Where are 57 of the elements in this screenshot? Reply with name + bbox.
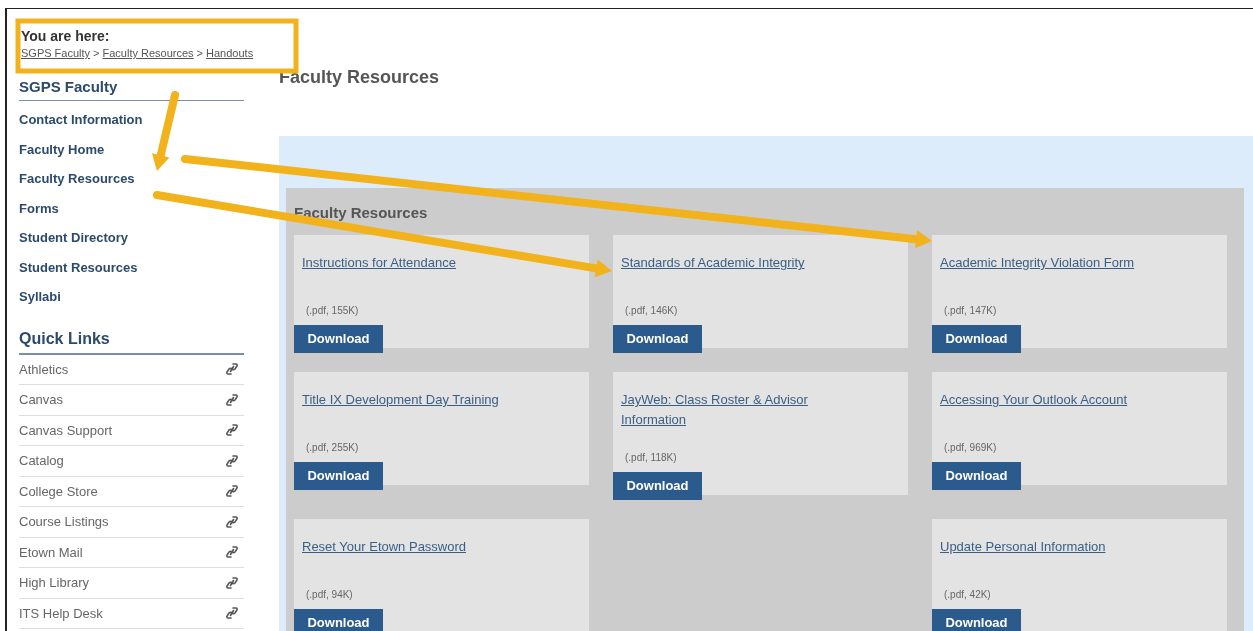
document-link[interactable]: Update Personal Information	[940, 537, 1160, 557]
file-info: (.pdf, 969K)	[943, 441, 998, 455]
document-link[interactable]: Reset Your Etown Password	[302, 537, 522, 557]
quick-link[interactable]: Etown Mail	[19, 542, 83, 562]
sidebar-link[interactable]: Forms	[19, 197, 244, 227]
quick-link[interactable]: High Library	[19, 573, 90, 593]
link-icon	[226, 514, 238, 529]
download-button[interactable]: Download	[613, 472, 702, 500]
breadcrumb-label: You are here:	[21, 27, 111, 45]
breadcrumb-link[interactable]: Faculty Resources	[102, 45, 194, 62]
file-info: (.pdf, 94K)	[305, 588, 354, 602]
download-button[interactable]: Download	[613, 325, 702, 353]
file-info: (.pdf, 147K)	[943, 304, 998, 318]
document-link[interactable]: Instructions for Attendance	[302, 253, 522, 273]
link-icon	[226, 575, 238, 590]
sidebar-link[interactable]: Contact Information	[19, 109, 244, 139]
file-info: (.pdf, 146K)	[624, 304, 679, 318]
document-link[interactable]: Academic Integrity Violation Form	[940, 253, 1160, 273]
breadcrumb-link[interactable]: Handouts	[206, 45, 254, 62]
quick-link[interactable]: Catalog	[19, 451, 64, 471]
breadcrumb-link[interactable]: SGPS Faculty	[21, 45, 91, 62]
link-icon	[226, 392, 238, 407]
sidebar-heading: SGPS Faculty	[19, 75, 244, 101]
sidebar-link[interactable]: Faculty Resources	[19, 168, 244, 198]
document-link[interactable]: Standards of Academic Integrity	[621, 253, 841, 273]
document-link[interactable]: Accessing Your Outlook Account	[940, 390, 1160, 410]
file-info: (.pdf, 118K)	[624, 451, 678, 465]
link-icon	[226, 545, 238, 560]
quick-links-heading: Quick Links	[19, 326, 244, 355]
file-info: (.pdf, 155K)	[305, 304, 360, 318]
file-info: (.pdf, 255K)	[305, 441, 360, 455]
link-icon	[226, 484, 238, 499]
download-button[interactable]: Download	[932, 609, 1021, 631]
download-button[interactable]: Download	[294, 325, 383, 353]
download-button[interactable]: Download	[932, 462, 1021, 490]
quick-link[interactable]: Course Listings	[19, 512, 109, 532]
sidebar-link[interactable]: Syllabi	[19, 286, 244, 316]
document-link[interactable]: JayWeb: Class Roster & Advisor Information	[621, 390, 841, 430]
quick-link[interactable]: Athletics	[19, 359, 69, 379]
file-info: (.pdf, 42K)	[943, 588, 992, 602]
sidebar-link[interactable]: Faculty Home	[19, 138, 244, 168]
link-icon	[226, 362, 238, 377]
quick-link[interactable]: Canvas	[19, 390, 64, 410]
quick-link[interactable]: Canvas Support	[19, 420, 113, 440]
breadcrumb-separator: >	[93, 46, 100, 61]
document-link[interactable]: Title IX Development Day Training	[302, 390, 522, 410]
breadcrumb-separator: >	[196, 46, 204, 61]
download-button[interactable]: Download	[932, 325, 1021, 353]
quick-link[interactable]: ITS Help Desk	[19, 603, 103, 623]
link-icon	[226, 423, 238, 438]
sidebar-link[interactable]: Student Directory	[19, 227, 244, 257]
download-button[interactable]: Download	[294, 609, 383, 631]
link-icon	[226, 453, 238, 468]
link-icon	[226, 606, 238, 621]
sidebar-link[interactable]: Student Resources	[19, 256, 244, 286]
download-button[interactable]: Download	[294, 462, 383, 490]
quick-link[interactable]: College Store	[19, 481, 98, 501]
